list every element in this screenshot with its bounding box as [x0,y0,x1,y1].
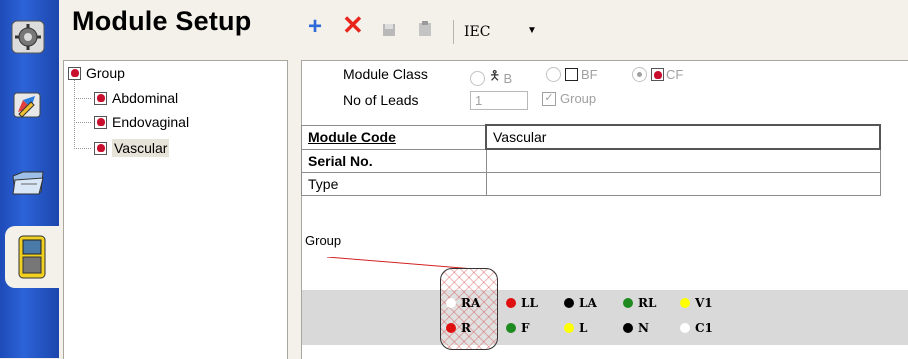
plus-icon[interactable]: + [308,15,322,39]
sidebar [0,0,59,358]
radio-label: B [503,70,513,86]
group-checkbox[interactable]: ✓ Group [542,91,596,106]
lead-c1: C1 [680,321,713,335]
cf-heart-icon [651,68,664,81]
check-icon: ✓ [542,91,556,106]
table-row: Type [301,172,881,196]
tree-item-label: Vascular [112,139,170,157]
lead-label: LA [579,296,597,310]
folder-icon [12,171,44,195]
module-tree: Group Abdominal Endovaginal Vascular [63,60,288,359]
gear-icon [11,20,45,54]
type-label: Type [301,172,487,196]
tree-branch [74,122,91,123]
table-row: Module Code Vascular [301,124,881,150]
lead-label: RA [461,296,481,310]
serial-no-label: Serial No. [301,148,487,173]
tree-root-group[interactable]: Group [68,65,125,81]
cf-heart-icon [94,141,107,155]
module-fields-table: Module Code Vascular Serial No. Type [301,124,881,196]
radio-class-b[interactable]: 🯅 B [470,67,512,89]
cf-heart-icon [94,91,107,105]
radio-class-bf[interactable]: BF [546,67,598,82]
edit-icon [13,92,41,118]
lead-label: N [638,321,649,335]
lead-band [302,290,908,345]
module-device-icon [18,235,46,279]
lead-label: V1 [695,296,713,310]
radio-class-cf[interactable]: CF [632,67,683,82]
radio-label: BF [581,67,598,82]
lead-v1: V1 [680,296,713,310]
module-class-label: Module Class [343,66,428,82]
tree-branch [74,148,91,149]
lead-f: F [506,321,530,335]
page-title: Module Setup [72,6,252,36]
tree-item-abdominal[interactable]: Abdominal [94,90,178,106]
sidebar-item-edit[interactable] [5,74,51,136]
toolbar-separator [453,20,454,44]
tree-item-label: Endovaginal [112,114,190,130]
lead-ll: LL [506,296,538,310]
diagram-group-label: Group [305,233,342,248]
module-code-field[interactable]: Vascular [485,124,881,150]
lead-ra: RA [446,296,480,310]
close-icon[interactable]: ✕ [342,12,364,38]
lead-label: LL [521,296,538,310]
cf-heart-icon [94,115,107,129]
sidebar-item-settings[interactable] [5,6,51,68]
radio-label: CF [666,67,684,82]
group-checkbox-label: Group [560,91,597,106]
tree-item-label: Abdominal [112,90,179,106]
lead-r: R [446,321,471,335]
copy-icon [418,21,432,41]
lead-rl: RL [623,296,656,310]
no-of-leads-field[interactable]: 1 [470,91,528,110]
standard-select[interactable]: IEC [464,24,490,40]
person-box-icon [565,68,578,81]
tree-item-vascular[interactable]: Vascular [94,139,170,157]
tree-branch [74,98,91,99]
no-of-leads-label: No of Leads [343,92,419,108]
lead-label: F [521,321,530,335]
tree-item-endovaginal[interactable]: Endovaginal [94,114,189,130]
chevron-down-icon[interactable]: ▼ [527,25,537,36]
lead-label: C1 [695,321,713,335]
person-icon: 🯅 [489,68,501,83]
lead-n: N [623,321,649,335]
lead-label: L [579,321,588,335]
lead-label: R [461,321,471,335]
cf-heart-icon [68,66,81,80]
type-field[interactable] [485,172,881,196]
sidebar-item-folder[interactable] [5,150,51,212]
tree-connector [74,79,75,149]
lead-label: RL [638,296,657,310]
tree-item-label: Group [86,65,125,81]
save-icon [382,21,396,41]
lead-l: L [564,321,587,335]
serial-no-field[interactable] [485,148,881,173]
lead-la: LA [564,296,597,310]
sidebar-item-module[interactable] [5,226,59,288]
module-code-label: Module Code [301,124,487,150]
table-row: Serial No. [301,148,881,173]
